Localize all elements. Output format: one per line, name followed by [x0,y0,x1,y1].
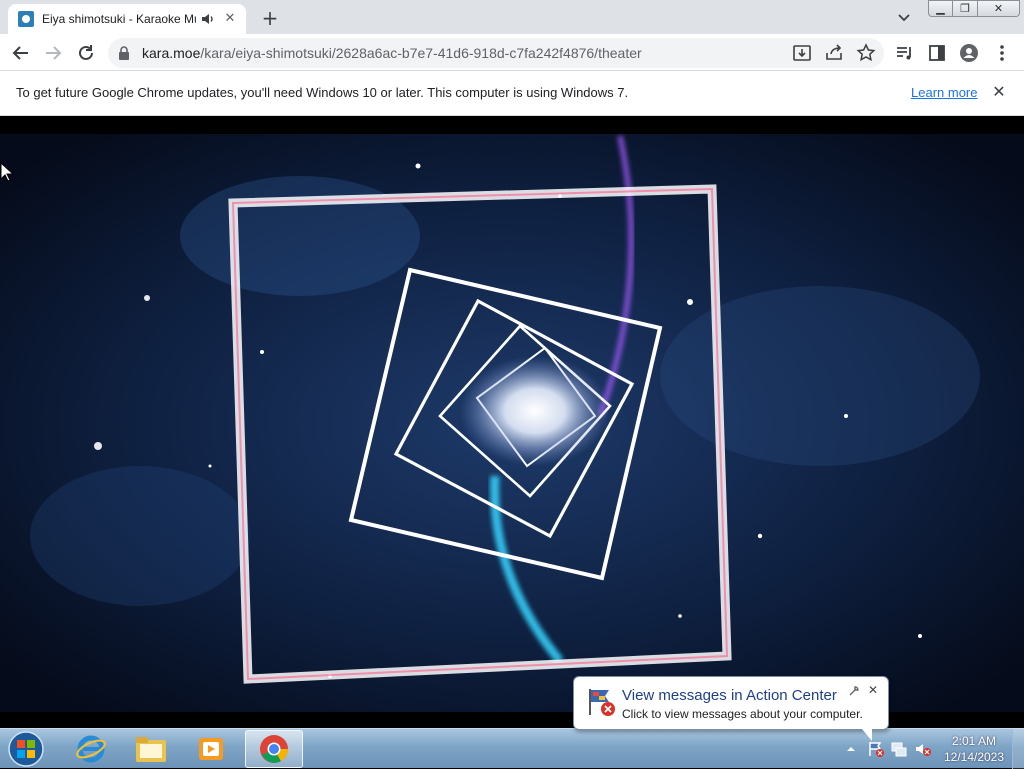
infobar-message: To get future Google Chrome updates, you… [16,85,629,100]
clock-date: 12/14/2023 [943,750,1005,764]
address-bar[interactable]: kara.moe/kara/eiya-shimotsuki/2628a6ac-b… [108,38,884,68]
video-player[interactable] [0,116,1024,728]
clock-time: 2:01 AM [951,734,997,748]
taskbar-clock[interactable]: 2:01 AM 12/14/2023 [940,733,1008,765]
chevron-down-icon[interactable] [893,8,915,28]
browser-toolbar: kara.moe/kara/eiya-shimotsuki/2628a6ac-b… [0,34,1024,71]
balloon-subtitle: Click to view messages about your comput… [622,707,863,721]
forward-arrow-icon[interactable] [42,42,64,64]
menu-kebab-icon[interactable] [991,42,1013,64]
update-infobar: To get future Google Chrome updates, you… [0,71,1024,116]
tab-title: Eiya shimotsuki - Karaoke Mugen [42,12,196,26]
file-explorer-taskbar-button[interactable] [122,730,180,768]
media-player-taskbar-button[interactable] [182,730,240,768]
action-center-flag-icon[interactable] [867,740,885,758]
profile-avatar-icon[interactable] [958,42,980,64]
share-icon[interactable] [823,42,845,64]
balloon-title[interactable]: View messages in Action Center [622,687,837,704]
mouse-cursor-icon [0,162,14,182]
balloon-tail [862,729,872,741]
start-button-icon[interactable] [4,729,48,769]
show-hidden-icons-icon[interactable] [846,744,856,754]
chrome-icon [260,735,289,763]
chrome-taskbar-button[interactable] [245,730,303,768]
lock-icon[interactable] [118,46,130,60]
video-frame [0,116,1024,728]
side-panel-icon[interactable] [926,42,948,64]
media-player-icon [199,738,223,760]
action-center-flag-icon [589,689,615,716]
kara-favicon-icon [18,11,34,27]
internet-explorer-taskbar-button[interactable] [62,730,120,768]
show-desktop-button[interactable] [1012,729,1024,769]
restore-icon[interactable]: ❐ [953,0,978,17]
close-icon[interactable]: ✕ [978,0,1020,17]
install-app-icon[interactable] [791,42,813,64]
back-arrow-icon[interactable] [10,42,32,64]
plus-icon[interactable]: + [258,6,282,30]
folder-icon [136,737,166,762]
close-icon[interactable]: ✕ [866,683,880,697]
action-center-balloon[interactable]: View messages in Action Center Click to … [573,676,889,741]
internet-explorer-icon [76,735,106,763]
media-controls-icon[interactable] [894,42,916,64]
bookmark-star-icon[interactable] [855,42,877,64]
tab-close-icon[interactable]: ✕ [222,11,238,27]
close-icon[interactable]: ✕ [990,83,1008,101]
browser-tab[interactable]: Eiya shimotsuki - Karaoke Mugen ✕ [8,4,246,34]
speaker-icon[interactable] [200,11,216,27]
network-icon[interactable] [890,740,908,758]
window-controls: ▁ ❐ ✕ [928,0,1020,18]
tab-strip: Eiya shimotsuki - Karaoke Mugen ✕ + ▁ ❐ … [0,0,1024,34]
reload-icon[interactable] [75,42,97,64]
wrench-options-icon[interactable] [848,685,860,697]
volume-muted-icon[interactable] [914,740,932,758]
learn-more-link[interactable]: Learn more [911,85,977,100]
url-text[interactable]: kara.moe/kara/eiya-shimotsuki/2628a6ac-b… [142,45,642,61]
minimize-icon[interactable]: ▁ [928,0,953,17]
